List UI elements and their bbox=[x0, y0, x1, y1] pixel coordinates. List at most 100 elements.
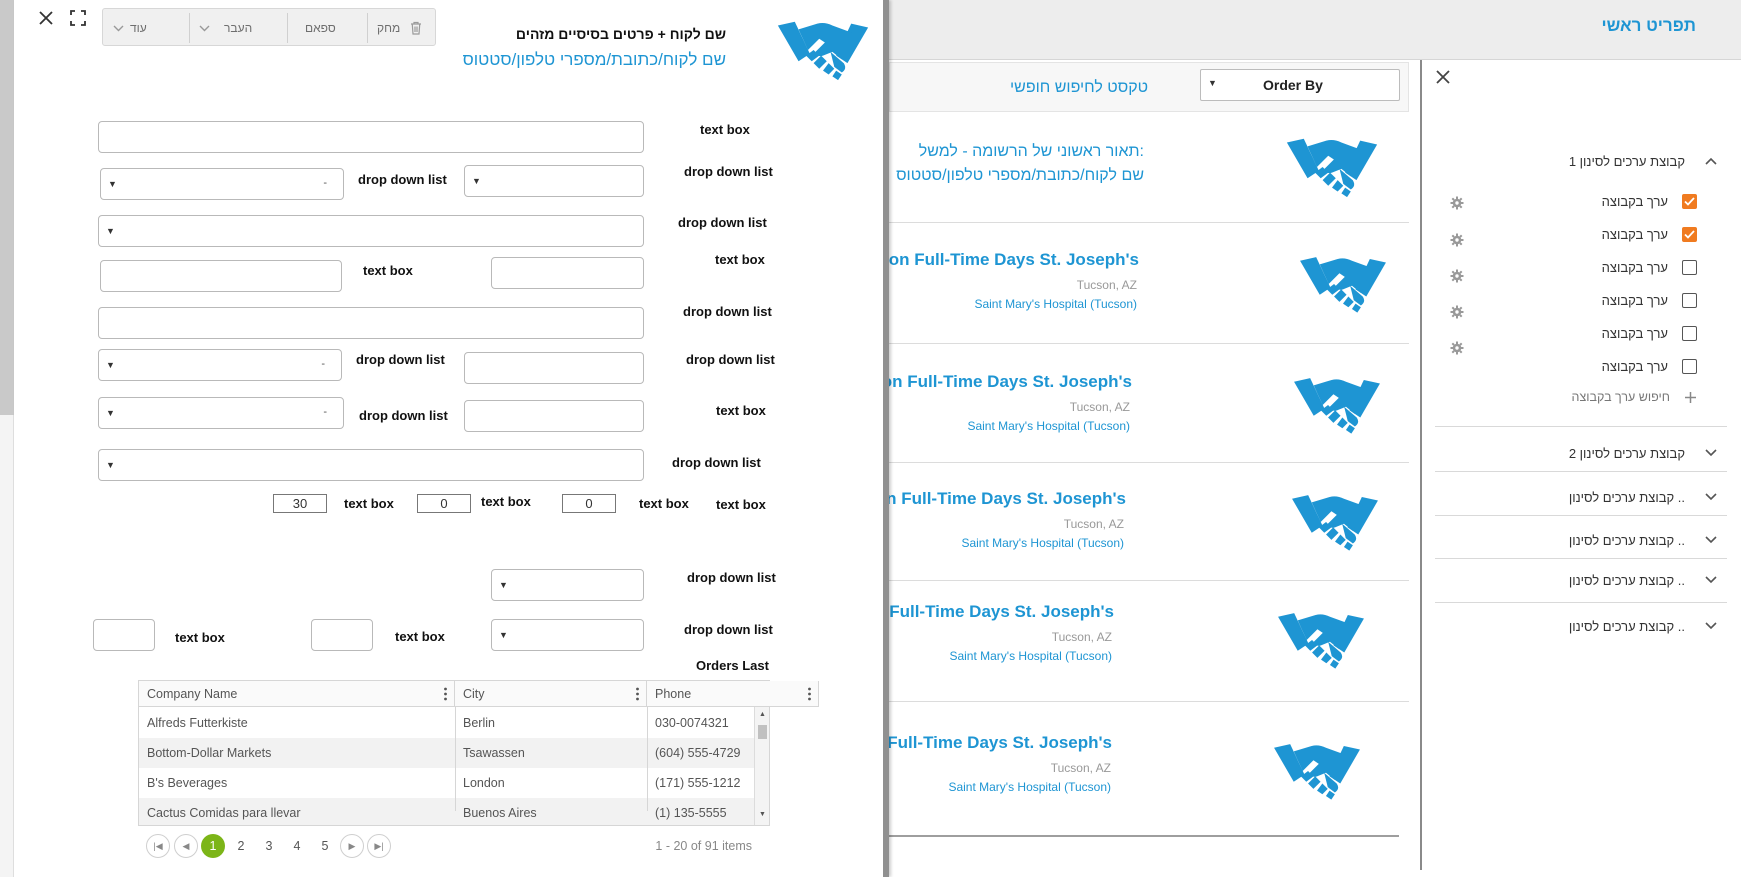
list-item[interactable]: urse Observation Full-Time Days St. Jose… bbox=[763, 345, 1409, 463]
delete-button[interactable]: מחק bbox=[377, 9, 422, 47]
page-button[interactable]: 3 bbox=[257, 834, 281, 858]
scroll-up-icon[interactable]: ▲ bbox=[759, 711, 766, 718]
field-label: text box bbox=[716, 497, 766, 512]
text-box[interactable] bbox=[311, 619, 373, 651]
filter-group-3[interactable]: קבוצת ערכים לסינון .. bbox=[1422, 482, 1717, 512]
grid-scrollbar[interactable]: ▲ ▼ bbox=[754, 707, 769, 825]
drop-down-list[interactable]: ▼ bbox=[464, 165, 644, 197]
filter-group-6[interactable]: קבוצת ערכים לסינון .. bbox=[1422, 611, 1717, 641]
close-modal-button[interactable] bbox=[38, 10, 54, 26]
field-label: drop down list bbox=[684, 164, 773, 179]
scrollbar[interactable] bbox=[0, 0, 14, 415]
column-header[interactable]: Phone bbox=[647, 681, 819, 707]
next-page-button[interactable]: ▶ bbox=[340, 834, 364, 858]
close-filter-button[interactable] bbox=[1434, 68, 1452, 86]
more-button[interactable]: עוד bbox=[113, 9, 147, 47]
drop-down-list[interactable]: ▼ bbox=[491, 619, 644, 651]
prev-page-button[interactable]: ◀ bbox=[174, 834, 198, 858]
record-organization: Saint Mary's Hospital (Tucson) bbox=[961, 536, 1124, 550]
gear-icon[interactable] bbox=[1450, 341, 1464, 355]
chevron-down-icon bbox=[1705, 493, 1717, 501]
table-row[interactable]: Cactus Comidas para llevar Buenos Aires … bbox=[139, 798, 754, 825]
scroll-down-icon[interactable]: ▼ bbox=[759, 811, 766, 818]
filter-value-row[interactable]: ערך בקבוצה bbox=[1447, 288, 1697, 312]
first-page-button[interactable]: |◀ bbox=[146, 834, 170, 858]
text-box[interactable] bbox=[464, 400, 644, 432]
spam-button[interactable]: ספאם bbox=[305, 9, 336, 47]
text-box[interactable] bbox=[98, 121, 644, 153]
checkbox[interactable] bbox=[1682, 226, 1697, 242]
filter-value-label: ערך בקבוצה bbox=[1601, 292, 1668, 308]
main-menu-title[interactable]: תפריט ראשי bbox=[1602, 16, 1697, 36]
drop-down-list[interactable]: ▼ - bbox=[100, 168, 344, 200]
table-row[interactable]: B's Beverages London (171) 555-1212 bbox=[139, 768, 754, 798]
list-item[interactable]: Nurse Observation Full-Time Days St. Jos… bbox=[757, 224, 1409, 344]
field-label: drop down list bbox=[358, 172, 447, 187]
page-button[interactable]: 1 bbox=[201, 834, 225, 858]
page-button[interactable]: 4 bbox=[285, 834, 309, 858]
cell-phone: (604) 555-4729 bbox=[655, 746, 741, 760]
free-text-search-input[interactable]: טקסט לחיפוש חופשי bbox=[1010, 79, 1148, 97]
handshake-icon bbox=[777, 21, 869, 81]
text-box[interactable] bbox=[491, 257, 644, 289]
drop-down-list[interactable]: ▼ bbox=[98, 449, 644, 481]
checkbox[interactable] bbox=[1682, 259, 1697, 275]
column-menu-icon[interactable] bbox=[808, 687, 811, 701]
drop-down-list[interactable] bbox=[464, 352, 644, 384]
scroll-thumb[interactable] bbox=[758, 725, 767, 739]
drop-down-list[interactable]: ▼ bbox=[98, 215, 644, 247]
checkbox[interactable] bbox=[1682, 193, 1697, 209]
filter-group-label: קבוצת ערכים לסינון .. bbox=[1568, 532, 1685, 548]
gear-icon[interactable] bbox=[1450, 269, 1464, 283]
column-header-label: Company Name bbox=[147, 686, 238, 701]
move-button[interactable]: העבר bbox=[199, 9, 252, 47]
column-header[interactable]: City bbox=[455, 681, 647, 707]
text-box[interactable] bbox=[93, 619, 155, 651]
gear-icon[interactable] bbox=[1450, 305, 1464, 319]
record-location: Tucson, AZ bbox=[1069, 400, 1130, 414]
filter-value-row[interactable]: ערך בקבוצה bbox=[1447, 321, 1697, 345]
filter-value-row[interactable]: ערך בקבוצה bbox=[1447, 354, 1697, 378]
column-header-label: Phone bbox=[655, 686, 692, 701]
filter-group-4[interactable]: קבוצת ערכים לסינון .. bbox=[1422, 525, 1717, 555]
filter-value-row[interactable]: ערך בקבוצה bbox=[1447, 189, 1697, 213]
number-input[interactable]: 0 bbox=[417, 494, 471, 513]
field-label: drop down list bbox=[683, 304, 772, 319]
table-row[interactable]: Alfreds Futterkiste Berlin 030-0074321 bbox=[139, 708, 754, 738]
fullscreen-button[interactable] bbox=[70, 10, 86, 26]
table-row[interactable]: Bottom-Dollar Markets Tsawassen (604) 55… bbox=[139, 738, 754, 768]
list-item[interactable]: urse Observation Full-Time Days St. Jose… bbox=[757, 464, 1409, 581]
page-button[interactable]: 5 bbox=[313, 834, 337, 858]
drop-down-list[interactable]: ▼ - bbox=[98, 397, 344, 429]
list-item[interactable]: se Observation Full-Time Days St. Joseph… bbox=[762, 582, 1409, 702]
search-value-in-group[interactable]: חיפוש ערך בקבוצה bbox=[1447, 385, 1697, 409]
gear-icon[interactable] bbox=[1450, 196, 1464, 210]
checkbox[interactable] bbox=[1682, 292, 1697, 308]
column-header[interactable]: Company Name bbox=[139, 681, 455, 707]
filter-value-row[interactable]: ערך בקבוצה bbox=[1447, 255, 1697, 279]
drop-down-list[interactable]: ▼ bbox=[491, 569, 644, 601]
filter-value-row[interactable]: ערך בקבוצה bbox=[1447, 222, 1697, 246]
page-button[interactable]: 2 bbox=[229, 834, 253, 858]
drop-down-list[interactable]: ▼ - bbox=[98, 349, 342, 381]
filter-group-5[interactable]: קבוצת ערכים לסינון .. bbox=[1422, 565, 1717, 595]
divider bbox=[1435, 602, 1727, 603]
checkbox[interactable] bbox=[1682, 358, 1697, 374]
order-by-dropdown[interactable]: ▼ Order By bbox=[1200, 69, 1400, 101]
list-item[interactable]: תאור ראשוני של הרשומה - למשל: שם לקוח/כת… bbox=[889, 113, 1409, 223]
last-page-button[interactable]: ▶| bbox=[367, 834, 391, 858]
customer-subtitle: שם לקוח/כתובת/מספרי טלפון/סטטוס bbox=[462, 50, 726, 69]
checkbox[interactable] bbox=[1682, 325, 1697, 341]
filter-group-label: קבוצת ערכים לסינון 2 bbox=[1568, 445, 1685, 461]
drop-down-list[interactable] bbox=[98, 307, 644, 339]
gear-icon[interactable] bbox=[1450, 233, 1464, 247]
filter-group-1[interactable]: קבוצת ערכים לסינון 1 bbox=[1422, 146, 1717, 176]
list-item[interactable]: se Observation Full-Time Days St. Joseph… bbox=[760, 703, 1409, 831]
number-input[interactable]: 0 bbox=[562, 494, 616, 513]
text-box[interactable] bbox=[100, 260, 342, 292]
number-input[interactable]: 30 bbox=[273, 494, 327, 513]
column-menu-icon[interactable] bbox=[444, 687, 447, 701]
handshake-icon bbox=[1294, 378, 1380, 434]
column-menu-icon[interactable] bbox=[636, 687, 639, 701]
filter-group-2[interactable]: קבוצת ערכים לסינון 2 bbox=[1422, 438, 1717, 468]
